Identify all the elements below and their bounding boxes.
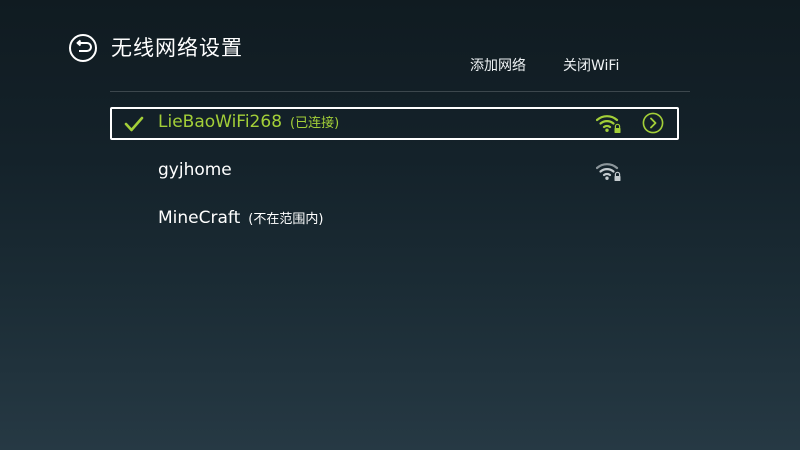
- page-title: 无线网络设置: [111, 36, 243, 60]
- lock-icon: [614, 123, 621, 133]
- lock-icon: [614, 171, 621, 181]
- wifi-signal-icon: [596, 115, 621, 133]
- network-ssid: MineCraft: [158, 208, 241, 228]
- network-status: (不在范围内): [248, 212, 324, 227]
- network-row-liebaowifi268[interactable]: LieBaoWiFi268 (已连接): [110, 107, 679, 140]
- network-row-gyjhome[interactable]: gyjhome: [110, 155, 679, 188]
- chevron-right-circle-icon[interactable]: [642, 112, 664, 134]
- checkmark-icon: [124, 116, 144, 132]
- add-network-button[interactable]: 添加网络: [470, 56, 526, 76]
- network-status: (已连接): [290, 116, 340, 131]
- wifi-signal-icon: [596, 163, 621, 181]
- back-arrow-circle-icon: [69, 34, 97, 62]
- network-row-minecraft[interactable]: MineCraft (不在范围内): [110, 203, 679, 236]
- network-ssid: LieBaoWiFi268: [158, 112, 283, 132]
- network-ssid: gyjhome: [158, 160, 232, 180]
- close-wifi-button[interactable]: 关闭WiFi: [563, 56, 619, 76]
- back-button[interactable]: [68, 33, 98, 63]
- header-divider: [110, 91, 690, 92]
- network-list: LieBaoWiFi268 (已连接) gyjhome MineCraft (不…: [110, 107, 679, 251]
